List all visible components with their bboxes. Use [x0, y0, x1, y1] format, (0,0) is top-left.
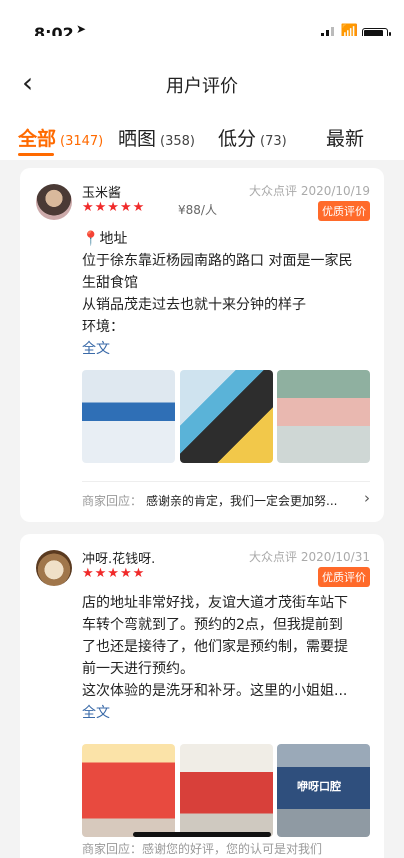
filter-tabs: 全部 (3147) 晒图 (358) 低分 (73) 最新: [0, 122, 404, 160]
review-body[interactable]: 店的地址非常好找，友谊大道才茂街车站下 车转个弯就到了。预约的2点，但我提前到 …: [82, 592, 370, 724]
home-indicator[interactable]: [133, 832, 271, 837]
review-photo[interactable]: [82, 744, 175, 837]
tab-all[interactable]: 全部 (3147): [18, 124, 103, 151]
review-line: 地址: [99, 231, 128, 247]
quality-badge: 优质评价: [318, 201, 370, 221]
chevron-right-icon[interactable]: ›: [364, 489, 370, 507]
tab-photos[interactable]: 晒图 (358): [118, 124, 195, 151]
review-photo[interactable]: [179, 370, 273, 463]
page-title: 用户评价: [166, 76, 238, 97]
divider: [82, 481, 370, 482]
tab-low-score-count: (73): [260, 134, 287, 149]
avatar[interactable]: [36, 184, 72, 220]
review-line: 前一天进行预约。: [82, 661, 194, 677]
review-meta: 大众点评 2020/10/19: [249, 182, 370, 199]
review-photo[interactable]: [179, 744, 273, 837]
review-line: 这次体验的是洗牙和补牙。这里的小姐姐...: [82, 683, 348, 699]
tab-latest-label: 最新: [326, 128, 365, 150]
review-body[interactable]: 📍地址 位于徐东靠近杨园南路的路口 对面是一家民 生甜食馆 从销品茂走过去也就十…: [82, 228, 370, 360]
review-source: 大众点评: [248, 184, 297, 198]
review-list: 玉米酱 ★★★★★ ¥88/人 大众点评 2020/10/19 优质评价 📍地址…: [0, 160, 404, 858]
avatar[interactable]: [36, 550, 72, 586]
expand-full-text-link[interactable]: 全文: [82, 702, 370, 724]
review-photo[interactable]: [82, 370, 175, 463]
nav-header: ‹ 用户评价: [0, 36, 404, 122]
status-bar: 8:02 ➤ 📶: [0, 0, 404, 43]
username[interactable]: 玉米酱: [82, 182, 121, 201]
price-per-person: ¥88/人: [178, 203, 217, 217]
tab-latest[interactable]: 最新: [326, 124, 364, 151]
review-card: 玉米酱 ★★★★★ ¥88/人 大众点评 2020/10/19 优质评价 📍地址…: [20, 168, 384, 522]
photo-logo-text: 咿呀口腔: [297, 780, 341, 793]
review-source: 大众点评: [248, 550, 297, 564]
review-line: 车转个弯就到了。预约的2点，但我提前到: [82, 617, 343, 633]
review-line: 生甜食馆: [82, 275, 138, 291]
tab-photos-label: 晒图: [118, 128, 157, 150]
quality-badge: 优质评价: [318, 567, 370, 587]
review-line: 位于徐东靠近杨园南路的路口 对面是一家民: [82, 253, 353, 269]
pin-icon: 📍: [82, 231, 100, 247]
next-reply-peek: 商家回应：感谢您的好评，您的认可是对我们: [82, 842, 323, 856]
tab-photos-count: (358): [160, 134, 195, 149]
review-line: 店的地址非常好找，友谊大道才茂街车站下: [82, 595, 348, 611]
star-rating: ★★★★★: [82, 566, 146, 581]
review-line: 环境：: [82, 319, 124, 335]
review-line: 从销品茂走过去也就十来分钟的样子: [82, 297, 306, 313]
review-date: 2020/10/31: [300, 550, 370, 564]
reply-label: 商家回应：: [82, 494, 143, 508]
tab-all-label: 全部: [18, 128, 57, 150]
review-card: 冲呀.花钱呀. ★★★★★ 大众点评 2020/10/31 优质评价 店的地址非…: [20, 534, 384, 858]
review-photo[interactable]: [277, 370, 370, 463]
review-photos: [82, 370, 370, 463]
review-photo[interactable]: 咿呀口腔: [277, 744, 370, 837]
expand-full-text-link[interactable]: 全文: [82, 338, 370, 360]
review-date: 2020/10/19: [300, 184, 370, 198]
review-meta: 大众点评 2020/10/31: [249, 548, 370, 565]
star-rating: ★★★★★: [82, 200, 146, 215]
tab-low-score[interactable]: 低分 (73): [218, 124, 287, 151]
active-tab-indicator: [18, 153, 54, 156]
merchant-reply[interactable]: 商家回应： 感谢亲的肯定，我们一定会更加努...: [82, 492, 364, 509]
review-line: 了也还是接待了，他们家是预约制，需要提: [82, 639, 348, 655]
location-arrow-icon: ➤: [76, 22, 87, 36]
review-photos: 咿呀口腔: [82, 744, 370, 837]
tab-all-count: (3147): [60, 134, 104, 149]
username[interactable]: 冲呀.花钱呀.: [82, 548, 155, 567]
reply-text: 感谢亲的肯定，我们一定会更加努...: [146, 494, 338, 508]
tab-low-score-label: 低分: [218, 128, 257, 150]
